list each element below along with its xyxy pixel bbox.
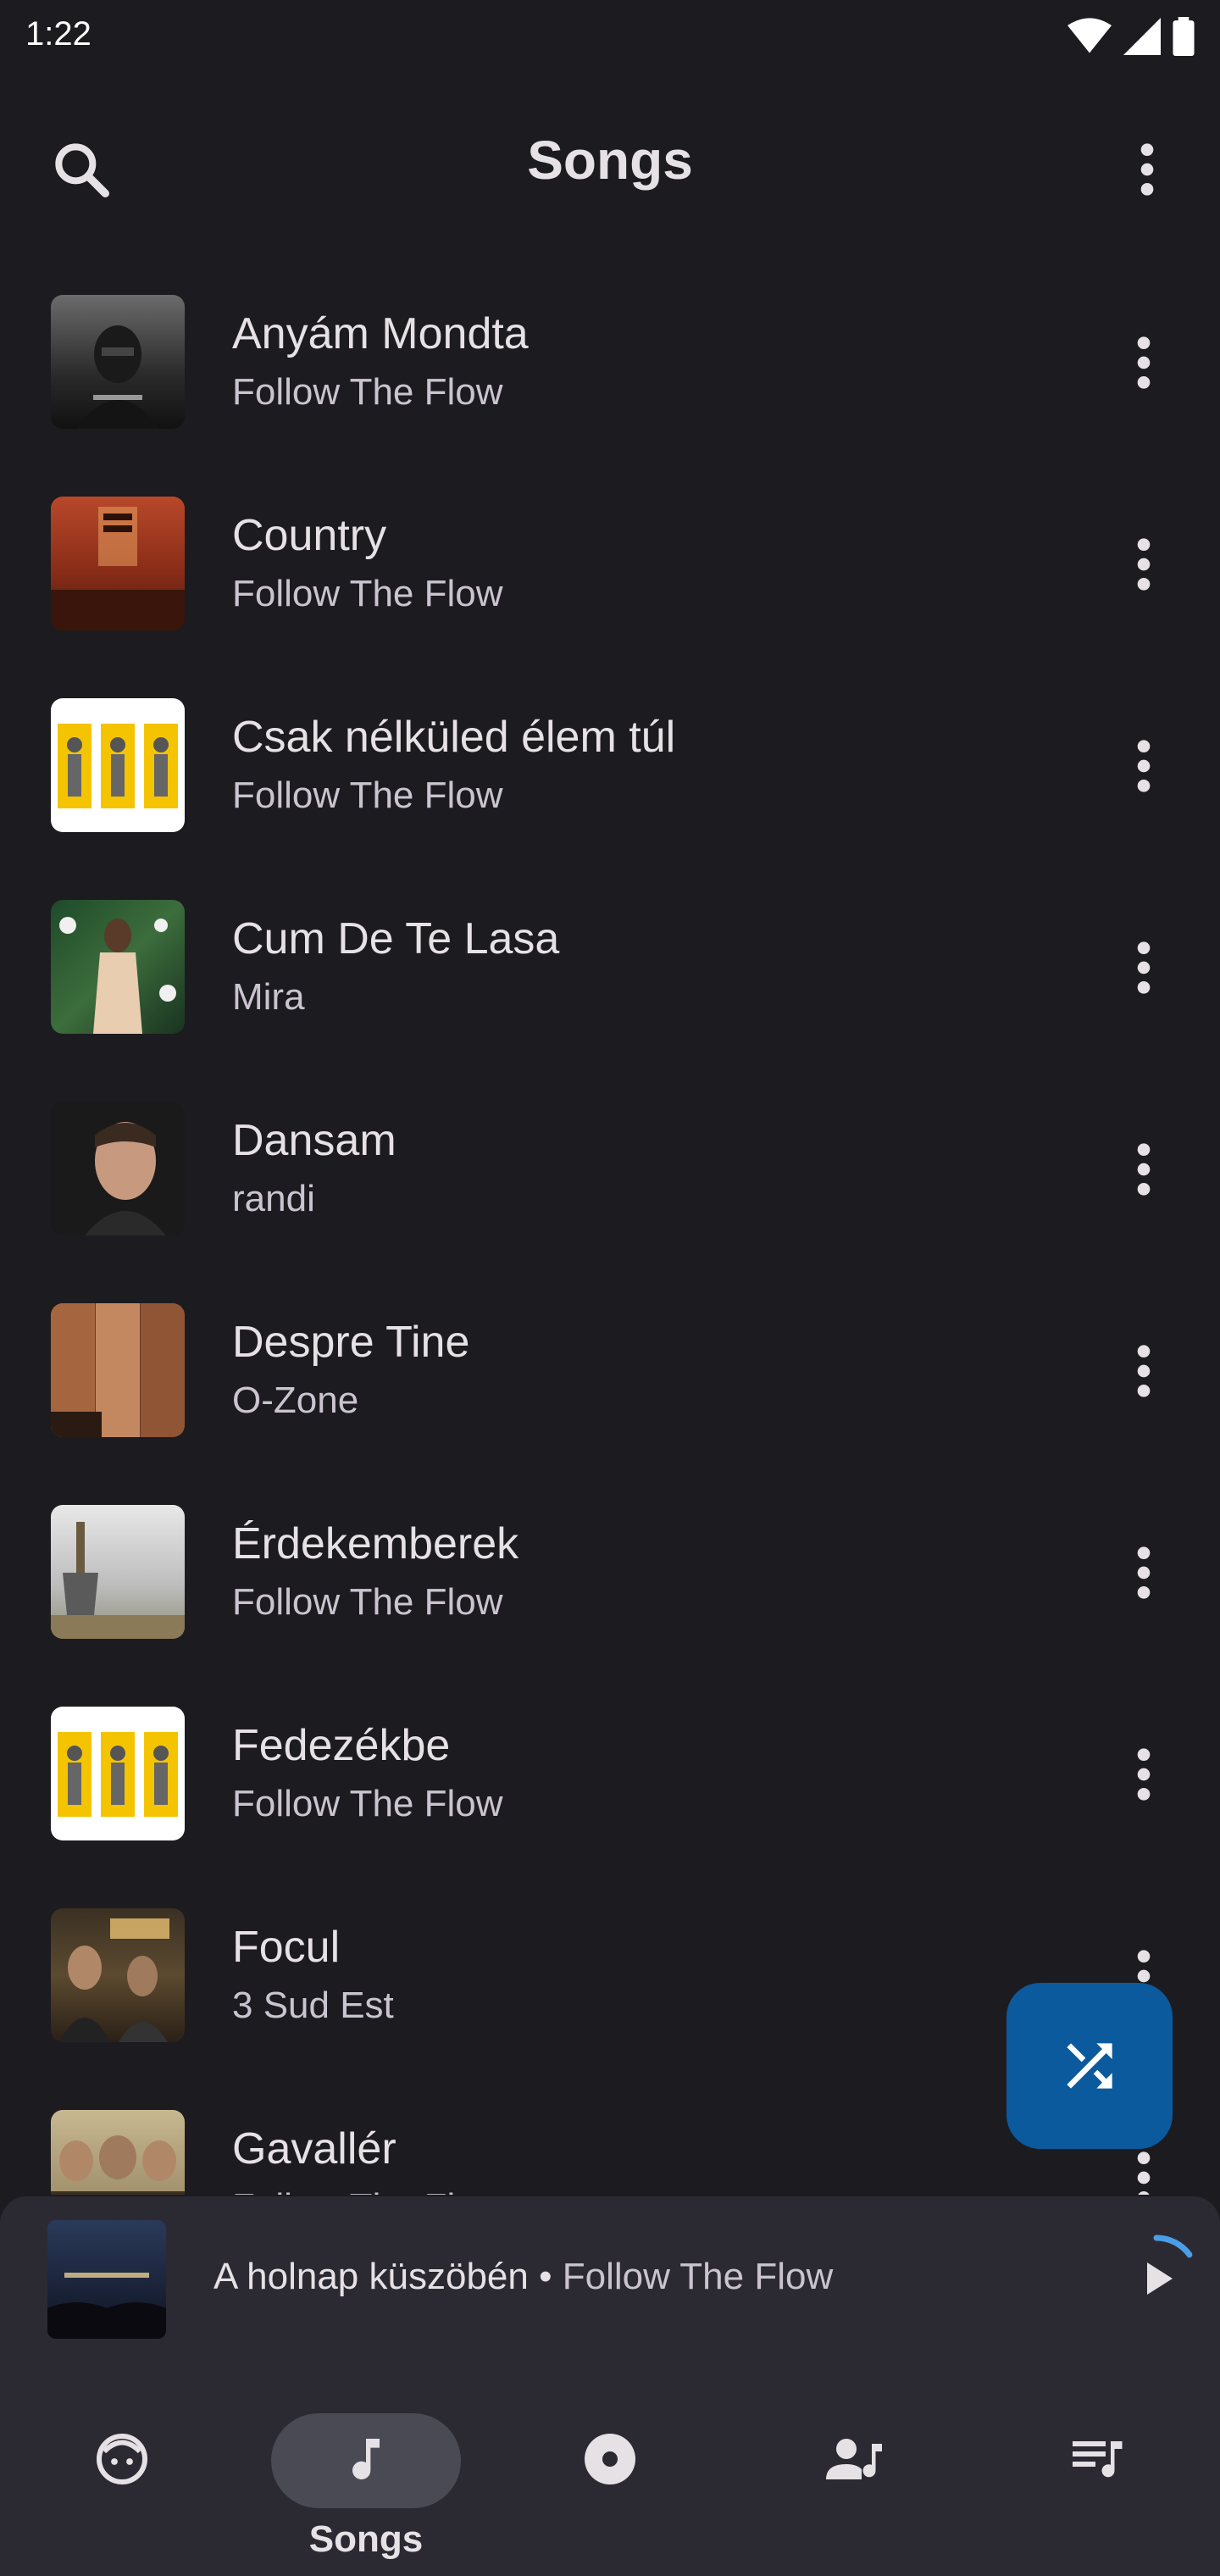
song-artist: Follow The Flow — [232, 2186, 503, 2195]
song-artist: Follow The Flow — [232, 774, 503, 816]
album-art — [51, 497, 185, 630]
play-button[interactable] — [1110, 2232, 1203, 2325]
bottom-navigation: Songs — [0, 2357, 1220, 2576]
song-artist: Follow The Flow — [232, 1581, 503, 1623]
signal-icon — [1123, 18, 1161, 55]
playback-progress-ring — [1112, 2235, 1201, 2323]
album-icon — [585, 2434, 635, 2484]
song-menu-button[interactable] — [1118, 1740, 1169, 1808]
song-menu-button[interactable] — [1118, 530, 1169, 598]
song-row[interactable]: Fedezékbe Follow The Flow — [0, 1674, 1220, 1876]
page-title: Songs — [527, 130, 693, 191]
status-icons — [1068, 15, 1195, 58]
playlist-icon — [1073, 2441, 1123, 2478]
album-art — [51, 2110, 185, 2195]
more-vert-icon — [1137, 1748, 1151, 1801]
wifi-icon — [1068, 18, 1112, 53]
song-title: Fedezékbe — [232, 1721, 451, 1770]
nav-songs[interactable]: Songs — [244, 2383, 488, 2560]
song-artist: randi — [232, 1178, 315, 1219]
song-artist: Follow The Flow — [232, 573, 503, 614]
nav-playlists[interactable] — [976, 2383, 1220, 2552]
song-menu-button[interactable] — [1118, 1337, 1169, 1405]
battery-icon — [1173, 17, 1195, 56]
now-playing-separator: • — [528, 2256, 563, 2297]
song-menu-button[interactable] — [1118, 934, 1169, 1002]
more-vert-icon — [1137, 1143, 1151, 1196]
album-art — [51, 698, 185, 832]
nav-artists[interactable] — [732, 2383, 976, 2552]
song-row[interactable]: Anyám Mondta Follow The Flow — [0, 263, 1220, 464]
music-note-icon — [352, 2439, 380, 2480]
song-title: Anyám Mondta — [232, 309, 529, 358]
status-bar: 1:22 — [0, 0, 1220, 76]
song-artist: Mira — [232, 976, 305, 1018]
nav-albums[interactable] — [488, 2383, 732, 2552]
album-art — [51, 1303, 185, 1437]
song-artist: O-Zone — [232, 1380, 359, 1421]
now-playing-text: A holnap küszöbén • Follow The Flow — [214, 2256, 833, 2298]
artist-icon — [826, 2439, 882, 2479]
album-art — [51, 900, 185, 1034]
overflow-menu-button[interactable] — [1122, 136, 1173, 203]
more-vert-icon — [1137, 1345, 1151, 1397]
more-vert-icon — [1137, 538, 1151, 591]
more-vert-icon — [1137, 1546, 1151, 1599]
song-artist: 3 Sud Est — [232, 1985, 394, 2026]
song-row[interactable]: Cum De Te Lasa Mira — [0, 868, 1220, 1069]
more-vert-icon — [1137, 336, 1151, 389]
album-art — [51, 1908, 185, 2042]
song-title: Despre Tine — [232, 1318, 470, 1367]
album-art — [51, 1505, 185, 1639]
more-vert-icon — [1137, 2151, 1151, 2195]
song-row[interactable]: Érdekemberek Follow The Flow — [0, 1473, 1220, 1674]
status-time: 1:22 — [25, 15, 92, 53]
now-playing-art — [47, 2220, 166, 2339]
album-art — [51, 1102, 185, 1235]
song-row[interactable]: Country Follow The Flow — [0, 464, 1220, 666]
song-artist: Follow The Flow — [232, 1783, 503, 1824]
shuffle-button[interactable] — [1006, 1983, 1173, 2149]
now-playing-artist: Follow The Flow — [562, 2256, 834, 2297]
top-app-bar: Songs — [0, 93, 1220, 237]
song-list[interactable]: Anyám Mondta Follow The Flow Country Fol… — [0, 263, 1220, 2195]
more-vert-icon — [1140, 143, 1154, 196]
mini-player[interactable]: A holnap küszöbén • Follow The Flow — [0, 2196, 1220, 2357]
song-title: Focul — [232, 1923, 341, 1972]
album-art — [51, 1707, 185, 1840]
more-vert-icon — [1137, 740, 1151, 792]
song-artist: Follow The Flow — [232, 371, 503, 413]
song-row[interactable]: Despre Tine O-Zone — [0, 1271, 1220, 1473]
now-playing-title: A holnap küszöbén — [214, 2256, 529, 2297]
song-menu-button[interactable] — [1118, 1135, 1169, 1203]
song-menu-button[interactable] — [1118, 2144, 1169, 2195]
song-title: Country — [232, 511, 387, 560]
song-menu-button[interactable] — [1118, 329, 1169, 397]
more-vert-icon — [1137, 941, 1151, 994]
song-title: Gavallér — [232, 2124, 396, 2174]
song-row[interactable]: Csak nélküled élem túl Follow The Flow — [0, 666, 1220, 868]
song-row[interactable]: Dansam randi — [0, 1069, 1220, 1271]
song-menu-button[interactable] — [1118, 732, 1169, 800]
song-title: Érdekemberek — [232, 1519, 519, 1568]
nav-songs-label: Songs — [308, 2518, 424, 2560]
song-title: Dansam — [232, 1116, 396, 1165]
nav-for-you[interactable] — [0, 2383, 244, 2552]
song-title: Cum De Te Lasa — [232, 914, 560, 963]
song-menu-button[interactable] — [1118, 1539, 1169, 1607]
shuffle-icon — [1067, 2043, 1112, 2089]
play-icon — [1147, 2262, 1173, 2295]
album-art — [51, 295, 185, 429]
song-title: Csak nélküled élem túl — [232, 713, 676, 762]
for-you-icon — [97, 2434, 147, 2484]
